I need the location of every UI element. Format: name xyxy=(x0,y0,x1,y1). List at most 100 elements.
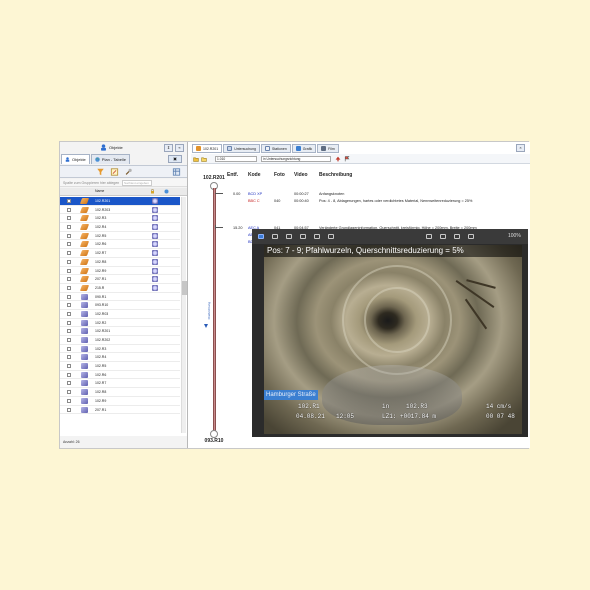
table-row[interactable]: 215.R xyxy=(60,284,180,293)
obs-foto[interactable]: 040 xyxy=(274,199,280,203)
row-checkbox[interactable] xyxy=(67,320,71,325)
row-checkbox[interactable] xyxy=(67,216,71,221)
open-icon[interactable] xyxy=(201,156,207,162)
table-row[interactable]: 102.R201 xyxy=(60,197,180,206)
row-checkbox[interactable] xyxy=(67,225,71,230)
row-checkbox[interactable] xyxy=(67,259,71,264)
row-checkbox[interactable] xyxy=(67,251,71,256)
tab-pipe[interactable]: 102.R201 xyxy=(192,144,223,153)
table-row[interactable]: 102.R03 xyxy=(60,310,180,319)
flip-icon[interactable] xyxy=(300,234,306,239)
search-input[interactable]: Suchtext eingeben xyxy=(122,180,152,186)
pin-button[interactable]: ⇕ xyxy=(164,144,173,152)
col-desc: Beschreibung xyxy=(319,172,353,178)
table-row[interactable]: 102.R3 xyxy=(60,214,180,224)
row-name: 102.R3 xyxy=(95,346,107,351)
row-checkbox[interactable] xyxy=(67,390,71,395)
row-checkbox[interactable] xyxy=(67,355,71,360)
row-name: 102.R3 xyxy=(95,216,107,221)
delete-icon[interactable] xyxy=(314,234,320,239)
row-checkbox[interactable] xyxy=(67,242,71,247)
row-checkbox[interactable] xyxy=(67,277,71,282)
table-row[interactable]: 102.R6 xyxy=(60,371,180,380)
row-checkbox[interactable] xyxy=(67,285,71,290)
table-row[interactable]: 102.R5 xyxy=(60,362,180,371)
fit-icon[interactable] xyxy=(440,234,446,239)
row-checkbox[interactable] xyxy=(67,294,71,299)
edit-image-icon[interactable] xyxy=(328,234,334,239)
obs-code[interactable]: BCD XP xyxy=(248,192,262,196)
zoom-in-icon[interactable] xyxy=(454,234,460,239)
table-row[interactable]: 102.R8 xyxy=(60,388,180,397)
fullscreen-icon[interactable] xyxy=(426,234,432,239)
row-checkbox[interactable] xyxy=(67,233,71,238)
table-row[interactable]: 207.R1 xyxy=(60,275,180,284)
table-row[interactable]: 093.R10 xyxy=(60,301,180,310)
rotate-icon[interactable] xyxy=(286,234,292,239)
row-checkbox[interactable] xyxy=(67,372,71,377)
tools-icon[interactable] xyxy=(124,168,133,176)
row-checkbox[interactable] xyxy=(67,207,71,212)
column-header-name[interactable]: Name xyxy=(95,189,104,193)
collapse-button[interactable]: « xyxy=(175,144,184,152)
tab-objects[interactable]: Objekte xyxy=(61,154,90,164)
table-row[interactable]: 090.R1 xyxy=(60,293,180,302)
table-row[interactable]: 102.R7 xyxy=(60,249,180,258)
vertical-scrollbar[interactable] xyxy=(181,197,187,433)
obs-video[interactable]: 00:00:40 xyxy=(294,199,309,203)
table-row[interactable]: 102.R7 xyxy=(60,379,180,389)
table-row[interactable]: 207.R1 xyxy=(60,406,180,415)
crop-icon[interactable] xyxy=(272,234,278,239)
table-row[interactable]: 102.R6 xyxy=(60,240,180,250)
row-checkbox[interactable] xyxy=(67,311,71,316)
pipe-icon xyxy=(79,250,90,257)
table-row[interactable]: 102.R8 xyxy=(60,258,180,267)
table-row[interactable]: 102.R5 xyxy=(60,232,180,241)
obs-code[interactable]: BBC C xyxy=(248,199,260,203)
inspection-select[interactable]: 1.010 xyxy=(215,156,257,162)
row-checkbox[interactable] xyxy=(67,346,71,351)
table-row[interactable]: 102.R9 xyxy=(60,267,180,276)
edit-icon[interactable] xyxy=(110,168,119,176)
row-checkbox[interactable] xyxy=(67,268,71,273)
row-checkbox[interactable] xyxy=(67,398,71,403)
tab-inspection[interactable]: Untersuchung xyxy=(223,144,260,153)
row-name: 207.R1 xyxy=(95,277,107,282)
zoom-out-icon[interactable] xyxy=(468,234,474,239)
row-checkbox[interactable] xyxy=(67,199,71,203)
tab-plan-table[interactable]: Plan - Tabelle xyxy=(90,154,130,164)
tab-film[interactable]: Film xyxy=(317,144,339,153)
flag-icon[interactable] xyxy=(344,156,350,162)
table-row[interactable]: 102.R4 xyxy=(60,353,180,363)
row-checkbox[interactable] xyxy=(67,338,71,342)
row-checkbox[interactable] xyxy=(67,364,71,369)
table-row[interactable]: 102.R2 xyxy=(60,319,180,328)
table-row[interactable]: 102.R202 xyxy=(60,336,180,345)
row-checkbox[interactable] xyxy=(67,303,71,308)
home-icon[interactable] xyxy=(258,234,264,239)
row-checkbox[interactable] xyxy=(67,329,71,334)
inspection-status-icon xyxy=(152,224,158,231)
flow-direction-label: Fließrichtung xyxy=(207,302,211,320)
tab-stations[interactable]: Stationen xyxy=(260,144,291,153)
table-row[interactable]: 102.R9 xyxy=(60,397,180,406)
arrow-up-icon[interactable] xyxy=(335,156,341,162)
row-name: 102.R203 xyxy=(95,207,111,212)
table-row[interactable]: 102.R203 xyxy=(60,206,180,215)
obs-video[interactable]: 00:00:27 xyxy=(294,192,309,196)
scroll-thumb[interactable] xyxy=(182,281,187,295)
columns-icon[interactable] xyxy=(172,168,181,176)
tab-graphic[interactable]: Grafik xyxy=(291,144,317,153)
group-by-bar[interactable]: Spalte zum Gruppieren hier ablegen Sucht… xyxy=(60,179,187,187)
folder-icon[interactable] xyxy=(193,156,199,162)
tab-inspection-label: Untersuchung xyxy=(234,146,256,151)
filter-icon[interactable] xyxy=(96,168,105,176)
close-panel-button[interactable]: × xyxy=(516,144,525,152)
row-checkbox[interactable] xyxy=(67,407,71,412)
panel-view-button[interactable]: ▣ xyxy=(168,155,182,163)
table-row[interactable]: 102.R201 xyxy=(60,327,180,336)
direction-select[interactable]: in Untersuchungsrichtung xyxy=(261,156,331,162)
table-row[interactable]: 102.R3 xyxy=(60,345,180,354)
table-row[interactable]: 102.R4 xyxy=(60,223,180,232)
row-checkbox[interactable] xyxy=(67,381,71,386)
